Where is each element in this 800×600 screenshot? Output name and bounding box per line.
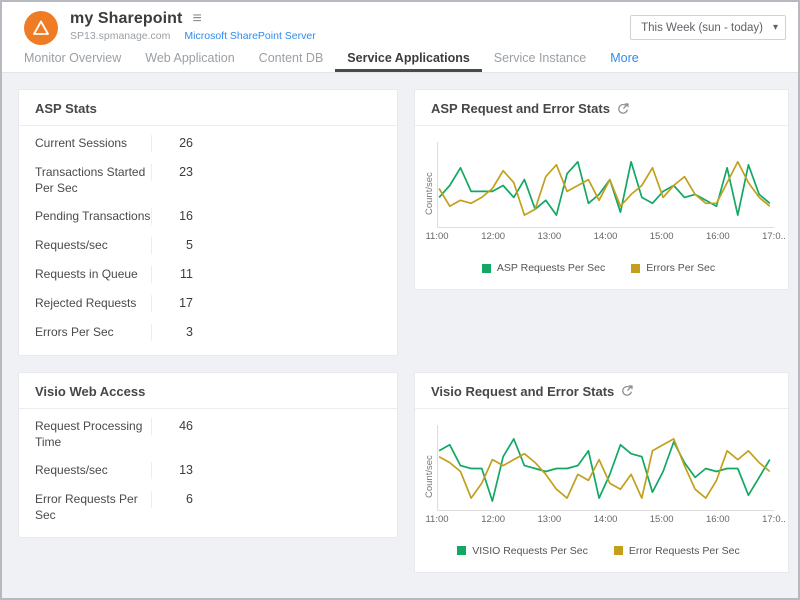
stat-row: Error Requests Per Sec 6 [19, 485, 397, 529]
legend: VISIO Requests Per Sec Error Requests Per… [423, 545, 774, 557]
asp-stats-panel: ASP Stats Current Sessions 26 Transactio… [18, 89, 398, 356]
stat-value: 11 [151, 266, 193, 283]
x-tick-label: 16:00 [706, 514, 730, 525]
x-tick-label: 17:0.. [762, 231, 786, 242]
stat-value: 23 [151, 164, 193, 181]
stat-row: Requests/sec 5 [19, 231, 397, 260]
x-tick-label: 12:00 [481, 514, 505, 525]
stat-value: 5 [151, 237, 193, 254]
x-tick-label: 15:00 [650, 514, 674, 525]
legend-label: Errors Per Sec [646, 262, 715, 274]
chart-body: Count/sec 11:0012:0013:0014:0015:0016:00… [415, 409, 788, 557]
x-tick-label: 12:00 [481, 231, 505, 242]
line-chart[interactable] [437, 142, 774, 228]
legend-swatch-icon [482, 264, 491, 273]
x-ticks: 11:0012:0013:0014:0015:0016:0017:0.. [437, 231, 774, 246]
stat-value: 17 [151, 295, 193, 312]
tab-web-application[interactable]: Web Application [133, 51, 246, 72]
open-in-new-icon[interactable] [621, 385, 633, 397]
stat-label: Pending Transactions [35, 208, 151, 224]
panel-title: ASP Stats [35, 101, 97, 116]
stat-value: 16 [151, 208, 193, 225]
x-tick-label: 11:00 [425, 231, 448, 242]
x-tick-label: 11:00 [425, 514, 448, 525]
stat-row: Request Processing Time 46 [19, 412, 397, 456]
x-tick-label: 13:00 [537, 231, 561, 242]
open-in-new-icon[interactable] [617, 103, 629, 115]
page-title: my Sharepoint [70, 10, 182, 28]
legend-label: Error Requests Per Sec [629, 545, 740, 557]
dashboard-content: ASP Stats Current Sessions 26 Transactio… [2, 73, 798, 573]
stat-label: Errors Per Sec [35, 324, 151, 340]
stat-row: Pending Transactions 16 [19, 202, 397, 231]
legend-item[interactable]: ASP Requests Per Sec [482, 262, 605, 274]
stat-value: 46 [151, 418, 193, 435]
x-tick-label: 17:0.. [762, 514, 786, 525]
x-tick-label: 15:00 [650, 231, 674, 242]
x-tick-label: 14:00 [594, 514, 618, 525]
stat-label: Rejected Requests [35, 295, 151, 311]
stat-label: Requests in Queue [35, 266, 151, 282]
x-tick-label: 14:00 [594, 231, 618, 242]
legend-item[interactable]: VISIO Requests Per Sec [457, 545, 588, 557]
stat-row: Transactions Started Per Sec 23 [19, 158, 397, 202]
stat-row: Requests in Queue 11 [19, 260, 397, 289]
stat-row: Rejected Requests 17 [19, 289, 397, 318]
stat-label: Transactions Started Per Sec [35, 164, 151, 196]
visio-chart-panel: Visio Request and Error Stats Count/sec … [414, 372, 789, 573]
stat-value: 3 [151, 324, 193, 341]
legend-item[interactable]: Errors Per Sec [631, 262, 715, 274]
x-ticks: 11:0012:0013:0014:0015:0016:0017:0.. [437, 514, 774, 529]
tab-more[interactable]: More [598, 51, 650, 72]
legend-swatch-icon [614, 546, 623, 555]
chart-body: Count/sec 11:0012:0013:0014:0015:0016:00… [415, 126, 788, 274]
panel-title: Visio Request and Error Stats [431, 384, 614, 399]
stat-row: Errors Per Sec 3 [19, 318, 397, 347]
asp-stats-rows: Current Sessions 26 Transactions Started… [19, 126, 397, 355]
x-tick-label: 13:00 [537, 514, 561, 525]
stat-label: Request Processing Time [35, 418, 151, 450]
stat-value: 26 [151, 135, 193, 152]
chevron-down-icon: ▾ [773, 22, 778, 33]
legend-swatch-icon [631, 264, 640, 273]
host-name: SP13.spmanage.com [70, 30, 170, 42]
nav-tabs: Monitor Overview Web Application Content… [2, 49, 798, 73]
visio-stats-rows: Request Processing Time 46 Requests/sec … [19, 409, 397, 538]
visio-stats-panel: Visio Web Access Request Processing Time… [18, 372, 398, 539]
monitor-logo [24, 11, 58, 45]
stat-value: 6 [151, 491, 193, 508]
panel-title: ASP Request and Error Stats [431, 101, 610, 116]
server-type-link[interactable]: Microsoft SharePoint Server [184, 30, 315, 42]
triangle-icon [31, 18, 51, 38]
tab-monitor-overview[interactable]: Monitor Overview [12, 51, 133, 72]
legend-label: ASP Requests Per Sec [497, 262, 605, 274]
line-chart[interactable] [437, 425, 774, 511]
tab-service-applications[interactable]: Service Applications [335, 51, 482, 72]
sharepoint-monitor-window: { "header": { "title": "my Sharepoint", … [0, 0, 800, 600]
stat-value: 13 [151, 462, 193, 479]
tab-service-instance[interactable]: Service Instance [482, 51, 598, 72]
stat-label: Error Requests Per Sec [35, 491, 151, 523]
stat-label: Current Sessions [35, 135, 151, 151]
stat-row: Requests/sec 13 [19, 456, 397, 485]
legend-swatch-icon [457, 546, 466, 555]
asp-chart-panel: ASP Request and Error Stats Count/sec 11… [414, 89, 789, 290]
x-tick-label: 16:00 [706, 231, 730, 242]
stat-label: Requests/sec [35, 237, 151, 253]
legend-item[interactable]: Error Requests Per Sec [614, 545, 740, 557]
panel-title: Visio Web Access [35, 384, 145, 399]
stat-label: Requests/sec [35, 462, 151, 478]
time-range-dropdown[interactable]: This Week (sun - today) ▾ [630, 15, 786, 40]
app-header: my Sharepoint ≡ SP13.spmanage.com Micros… [2, 2, 798, 49]
hamburger-menu-icon[interactable]: ≡ [192, 11, 201, 27]
legend-label: VISIO Requests Per Sec [472, 545, 588, 557]
title-block: my Sharepoint ≡ SP13.spmanage.com Micros… [70, 10, 316, 49]
time-range-value: This Week (sun - today) [641, 22, 763, 34]
legend: ASP Requests Per Sec Errors Per Sec [423, 262, 774, 274]
tab-content-db[interactable]: Content DB [247, 51, 336, 72]
stat-row: Current Sessions 26 [19, 129, 397, 158]
